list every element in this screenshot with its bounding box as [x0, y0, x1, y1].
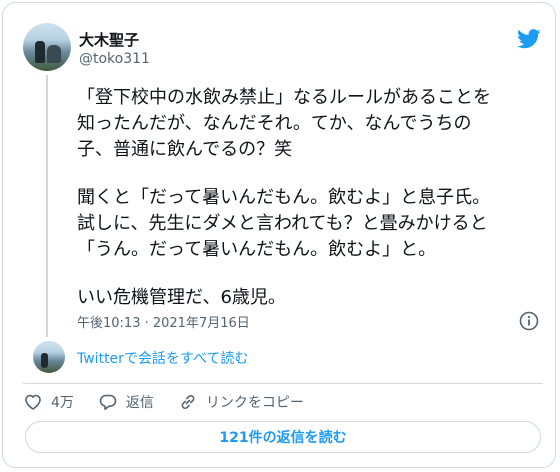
read-replies-button[interactable]: 121件の返信を読む	[25, 421, 541, 453]
twitter-bird-icon[interactable]	[517, 29, 541, 49]
heart-icon	[25, 394, 41, 410]
tweet-timestamp[interactable]: 午後10:13 · 2021年7月16日	[77, 312, 250, 331]
thread-avatar-figure	[41, 353, 48, 368]
avatar[interactable]	[23, 23, 71, 71]
link-icon	[181, 394, 195, 410]
tweet-paragraph-3: いい危機管理だ、6歳児。	[77, 287, 286, 308]
avatar-figure	[35, 41, 45, 63]
read-conversation-link[interactable]: Twitterで会話をすべて読む	[77, 348, 248, 368]
reply-label: 返信	[125, 395, 154, 411]
tweet-paragraph-2: 聞くと「だって暑いんだもん。飲むよ」と息子氏。 試しに、先生にダメと言われても？…	[77, 187, 491, 260]
action-bar: 4万 返信 リンクをコピー	[23, 389, 328, 415]
reply-icon	[99, 394, 117, 410]
tweet-paragraph-1: 「登下校中の水飲み禁止」なるルールがあることを 知ったんだが、なんだそれ。てか、…	[77, 87, 491, 160]
avatar-figure-2	[47, 45, 61, 63]
like-button[interactable]: 4万	[23, 392, 74, 412]
info-icon[interactable]	[519, 311, 539, 331]
copy-link-button[interactable]: リンクをコピー	[178, 392, 304, 412]
tweet-card: 大木聖子 @toko311 「登下校中の水飲み禁止」なるルールがあることを 知っ…	[2, 2, 556, 468]
like-count: 4万	[51, 395, 74, 411]
divider	[23, 383, 543, 384]
copy-link-label: リンクをコピー	[205, 395, 304, 411]
thread-connector-line	[46, 75, 48, 337]
reply-button[interactable]: 返信	[98, 392, 154, 412]
tweet-text: 「登下校中の水飲み禁止」なるルールがあることを 知ったんだが、なんだそれ。てか、…	[77, 85, 547, 311]
thread-avatar[interactable]	[33, 341, 65, 373]
display-name[interactable]: 大木聖子	[79, 29, 139, 50]
user-handle[interactable]: @toko311	[79, 51, 150, 67]
